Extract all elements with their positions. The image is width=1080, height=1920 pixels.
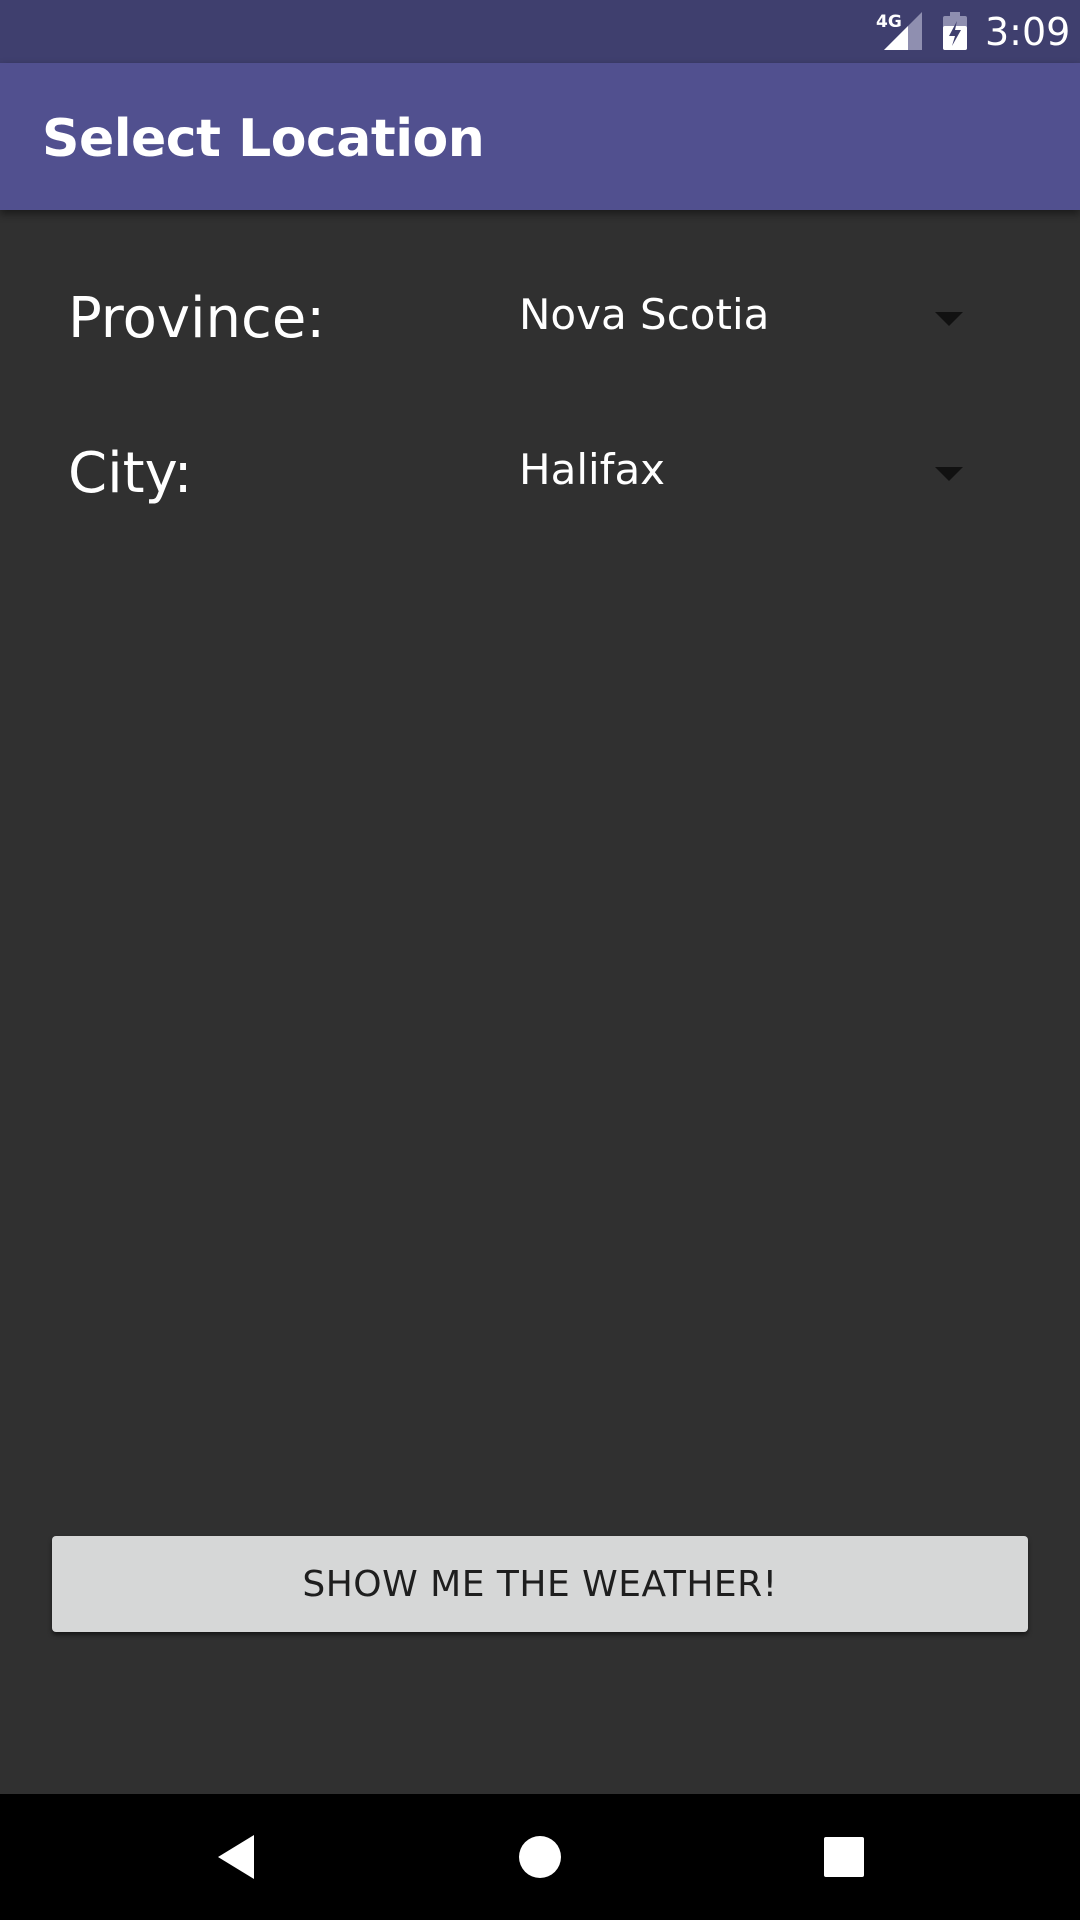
city-label: City:	[68, 441, 193, 506]
home-icon[interactable]	[508, 1825, 572, 1889]
dropdown-arrow-icon	[935, 467, 963, 481]
recents-icon[interactable]	[812, 1825, 876, 1889]
city-selected-value: Halifax	[519, 445, 666, 494]
page-title: Select Location	[42, 109, 485, 169]
province-row: Province: Nova Scotia	[0, 260, 1080, 380]
app-bar: Select Location	[0, 63, 1080, 210]
network-type-label: 4G	[876, 12, 902, 32]
show-weather-button[interactable]: SHOW ME THE WEATHER!	[52, 1536, 1028, 1632]
city-spinner[interactable]: Halifax	[500, 425, 980, 525]
province-label: Province:	[68, 286, 326, 351]
status-bar: 4G 3:09	[0, 0, 1080, 63]
battery-charging-icon	[942, 12, 968, 50]
province-spinner[interactable]: Nova Scotia	[500, 270, 980, 370]
dropdown-arrow-icon	[935, 312, 963, 326]
screen: 4G 3:09 Select Location Province: Nova S…	[0, 0, 1080, 1920]
province-selected-value: Nova Scotia	[519, 290, 770, 339]
navigation-bar	[0, 1794, 1080, 1920]
city-row: City: Halifax	[0, 415, 1080, 535]
back-icon[interactable]	[204, 1825, 268, 1889]
show-weather-button-label: SHOW ME THE WEATHER!	[302, 1563, 778, 1605]
status-time: 3:09	[985, 10, 1071, 54]
signal-icon: 4G	[876, 12, 922, 50]
